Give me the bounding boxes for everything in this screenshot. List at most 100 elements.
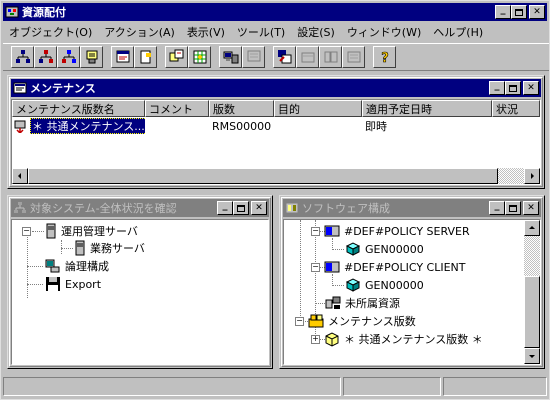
- computer-transfer-icon: [223, 51, 238, 64]
- column-header-comment[interactable]: コメント: [145, 100, 209, 117]
- tree-node-maintenance-versions[interactable]: − メンテナンス版数: [295, 313, 416, 329]
- maintenance-titlebar[interactable]: メンテナンス _ ✕: [11, 79, 541, 97]
- horizontal-scroll-thumb[interactable]: [28, 168, 498, 184]
- tree-node-business-server[interactable]: 業務サーバ: [74, 240, 145, 256]
- menu-action[interactable]: アクション(A): [98, 23, 181, 40]
- tree-node-management-server[interactable]: − 運用管理サーバ: [22, 223, 138, 239]
- toolbar-button-tree[interactable]: [11, 46, 34, 68]
- logical-structure-icon: [45, 259, 60, 273]
- arrow-right-icon: [531, 173, 534, 179]
- tree-node-logical-structure[interactable]: 論理構成: [45, 258, 109, 274]
- toolbar-button-tree-blue[interactable]: [57, 46, 80, 68]
- maximize-icon: [237, 204, 245, 212]
- scroll-down-button[interactable]: [524, 348, 540, 364]
- column-header-status[interactable]: 状況: [492, 100, 540, 117]
- minimize-button[interactable]: _: [495, 5, 511, 19]
- toolbar-button-send-to[interactable]: [273, 46, 296, 68]
- column-header-version[interactable]: 版数: [209, 100, 274, 117]
- target-maximize-button[interactable]: [233, 201, 249, 215]
- tree-node-common-maintenance[interactable]: + ＊ 共通メンテナンス版数 ＊: [311, 331, 483, 347]
- svg-text:?: ?: [381, 51, 389, 65]
- tree-node-export[interactable]: Export: [45, 276, 101, 292]
- maintenance-version-icon: [14, 120, 26, 133]
- list-disabled-icon: [347, 51, 360, 63]
- collapse-icon[interactable]: −: [295, 316, 304, 326]
- toolbar-button-computer-transfer[interactable]: [219, 46, 242, 68]
- toolbar-button-copy-objects[interactable]: [165, 46, 188, 68]
- row-schedule: 即時: [365, 120, 387, 133]
- maximize-button[interactable]: [511, 5, 527, 19]
- toolbar-button-box-disabled[interactable]: [296, 46, 319, 68]
- software-minimize-button[interactable]: _: [489, 201, 505, 215]
- maintenance-horizontal-scrollbar[interactable]: [12, 168, 540, 184]
- toolbar-button-server-paper[interactable]: [80, 46, 103, 68]
- target-system-window: 対象システム-全体状況を確認 _ ✕ − 運用管理サーバ 業務サーバ 論理構成 …: [7, 195, 273, 369]
- close-button[interactable]: ✕: [529, 5, 545, 19]
- maintenance-minimize-button[interactable]: _: [489, 81, 505, 95]
- scroll-up-button[interactable]: [524, 220, 540, 236]
- tree-label: #DEF#POLICY SERVER: [344, 224, 470, 238]
- target-system-titlebar[interactable]: 対象システム-全体状況を確認 _ ✕: [11, 199, 269, 217]
- vertical-scroll-track-upper[interactable]: [524, 236, 540, 276]
- maintenance-maximize-button[interactable]: [505, 81, 521, 95]
- app-titlebar[interactable]: 資源配付 _ ✕: [3, 3, 547, 21]
- maintenance-close-button[interactable]: ✕: [523, 81, 539, 95]
- minimize-icon: _: [494, 80, 500, 91]
- arrow-down-icon: [529, 355, 535, 358]
- arrow-up-icon: [529, 226, 535, 229]
- row-purpose: [274, 118, 362, 134]
- menu-view[interactable]: 表示(V): [181, 23, 231, 40]
- software-close-button[interactable]: ✕: [523, 201, 539, 215]
- scroll-left-button[interactable]: [12, 168, 28, 184]
- tree-label: 業務サーバ: [90, 242, 145, 255]
- table-row[interactable]: ＊ 共通メンテナンス... RMS00000 即時: [12, 118, 540, 134]
- toolbar-button-help[interactable]: ?: [373, 46, 396, 68]
- tree-node-gen-server[interactable]: GEN00000: [345, 241, 424, 257]
- tree-node-gen-client[interactable]: GEN00000: [345, 277, 424, 293]
- toolbar-button-list-disabled[interactable]: [319, 46, 342, 68]
- software-vertical-scrollbar[interactable]: [524, 220, 540, 364]
- column-header-purpose[interactable]: 目的: [274, 100, 362, 117]
- status-bar: [3, 375, 549, 397]
- menu-tool[interactable]: ツール(T): [231, 23, 291, 40]
- row-version: RMS00000: [212, 119, 272, 133]
- list-disabled-icon: [324, 51, 337, 63]
- close-icon: ✕: [527, 202, 535, 213]
- tree-node-policy-client[interactable]: − #DEF#POLICY CLIENT: [311, 259, 466, 275]
- menu-object[interactable]: オブジェクト(O): [3, 23, 98, 40]
- scroll-right-button[interactable]: [524, 168, 540, 184]
- toolbar: ?: [3, 43, 549, 71]
- target-minimize-button[interactable]: _: [217, 201, 233, 215]
- send-to-icon: [277, 50, 291, 64]
- toolbar-button-network-disabled[interactable]: [242, 46, 265, 68]
- menu-help[interactable]: ヘルプ(H): [427, 23, 489, 40]
- tree-node-policy-server[interactable]: − #DEF#POLICY SERVER: [311, 223, 470, 239]
- software-config-icon: [285, 201, 299, 215]
- expand-icon[interactable]: +: [311, 334, 320, 344]
- collapse-icon[interactable]: −: [311, 262, 320, 272]
- collapse-icon[interactable]: −: [311, 226, 320, 236]
- toolbar-button-window-properties[interactable]: [111, 46, 134, 68]
- collapse-icon[interactable]: −: [22, 226, 31, 236]
- settings-grid-icon: [193, 50, 206, 64]
- help-icon: ?: [380, 51, 389, 65]
- horizontal-scroll-track[interactable]: [498, 168, 524, 184]
- toolbar-button-document-flag[interactable]: [134, 46, 157, 68]
- toolbar-button-settings-grid[interactable]: [188, 46, 211, 68]
- maximize-icon: [509, 204, 517, 212]
- vertical-scroll-thumb[interactable]: [524, 276, 540, 348]
- tree-label: Export: [65, 277, 102, 291]
- menu-settings[interactable]: 設定(S): [291, 23, 341, 40]
- toolbar-button-tree-red[interactable]: [34, 46, 57, 68]
- column-header-name[interactable]: メンテナンス版数名: [12, 100, 145, 117]
- maintenance-window: メンテナンス _ ✕ メンテナンス版数名 コメント 版数 目的 適用予定日時 状…: [7, 75, 545, 189]
- server-tower-icon: [75, 240, 85, 256]
- menu-window[interactable]: ウィンドウ(W): [341, 23, 427, 40]
- server-paper-icon: [86, 50, 97, 64]
- column-header-schedule[interactable]: 適用予定日時: [362, 100, 492, 117]
- software-maximize-button[interactable]: [505, 201, 521, 215]
- tree-node-unassigned-resources[interactable]: 未所属資源: [325, 295, 400, 311]
- software-titlebar[interactable]: ソフトウェア構成 _ ✕: [283, 199, 541, 217]
- target-close-button[interactable]: ✕: [251, 201, 267, 215]
- toolbar-button-list2-disabled[interactable]: [342, 46, 365, 68]
